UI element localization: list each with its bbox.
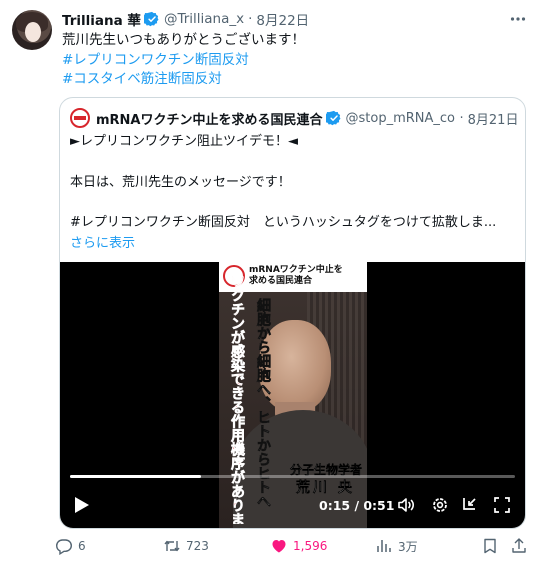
verified-badge-icon — [143, 11, 159, 27]
views-icon — [377, 540, 391, 552]
tweet-text-line: 荒川先生いつもありがとうございます！ — [62, 32, 305, 48]
tweet-actions: 6 723 1,596 3万 — [55, 534, 535, 558]
separator-dot: · — [248, 11, 253, 27]
hashtag-link[interactable]: #レプリコンワクチン断固反対 — [62, 51, 522, 71]
show-more-link[interactable]: さらに表示 — [70, 234, 515, 255]
share-icon — [512, 538, 526, 553]
verified-badge-icon — [325, 110, 340, 126]
volume-icon[interactable] — [396, 495, 416, 515]
quoted-tweet-text: ►レプリコンワクチン阻止ツイデモ！◄ 本日は、荒川先生のメッセージです！ #レプ… — [70, 132, 515, 254]
reply-count: 6 — [78, 539, 86, 553]
video-time: 0:15 / 0:51 — [319, 498, 395, 513]
reply-icon — [55, 539, 73, 555]
minimize-icon[interactable] — [460, 495, 480, 515]
views-button[interactable]: 3万 — [375, 537, 418, 555]
quoted-tweet[interactable]: mRNAワクチン中止を求める国民連合 @stop_mRNA_cor · 8月21… — [59, 97, 526, 529]
video-progress-fill — [70, 475, 201, 478]
play-icon[interactable] — [70, 494, 92, 516]
views-count: 3万 — [398, 539, 418, 554]
heart-icon — [272, 540, 286, 553]
quoted-author-handle[interactable]: @stop_mRNA_cor — [346, 111, 456, 126]
tweet-header: Trilliana 華 @Trilliana_x · 8月22日 — [62, 9, 309, 29]
quoted-author-name[interactable]: mRNAワクチン中止を求める国民連合 — [96, 109, 323, 128]
quoted-text-line: 本日は、荒川先生のメッセージです！ — [70, 174, 291, 190]
retweet-button[interactable]: 723 — [163, 537, 209, 555]
author-name[interactable]: Trilliana 華 — [62, 9, 141, 29]
avatar[interactable] — [12, 10, 52, 50]
tweet[interactable]: Trilliana 華 @Trilliana_x · 8月22日 荒川先生いつも… — [0, 0, 540, 563]
banner-title: mRNAワクチン中止を — [249, 265, 343, 275]
more-button[interactable] — [508, 9, 528, 29]
quoted-text-line: #レプリコンワクチン断固反対 というハッシュタグをつけて拡散しま... — [70, 215, 497, 230]
video-controls: 0:15 / 0:51 — [60, 490, 525, 520]
more-icon — [510, 17, 526, 21]
quoted-text-line: ►レプリコンワクチン阻止ツイデモ！◄ — [70, 134, 298, 149]
bookmark-button[interactable] — [481, 537, 504, 555]
separator-dot: · — [459, 110, 464, 126]
settings-icon[interactable] — [430, 495, 450, 515]
retweet-icon — [164, 540, 180, 552]
video-player[interactable]: mRNAワクチン中止を 求める国民連合 ワクチンが感染できる作用機序があります … — [60, 262, 525, 528]
author-handle[interactable]: @Trilliana_x — [164, 11, 244, 27]
retweet-count: 723 — [186, 539, 209, 553]
like-count: 1,596 — [293, 539, 328, 553]
tweet-date[interactable]: 8月22日 — [256, 9, 309, 29]
fullscreen-icon[interactable] — [492, 495, 512, 515]
quoted-tweet-date[interactable]: 8月21日 — [468, 109, 519, 128]
reply-button[interactable]: 6 — [55, 537, 86, 555]
hashtag-link[interactable]: #コスタイベ筋注断固反対 — [62, 70, 522, 90]
tweet-text: 荒川先生いつもありがとうございます！ #レプリコンワクチン断固反対 #コスタイベ… — [62, 31, 522, 90]
quoted-avatar[interactable] — [70, 108, 90, 128]
share-button[interactable] — [510, 537, 533, 555]
quoted-tweet-header: mRNAワクチン中止を求める国民連合 @stop_mRNA_cor · 8月21… — [70, 108, 520, 128]
bookmark-icon — [484, 538, 496, 554]
video-progress-bar[interactable] — [70, 475, 515, 478]
banner-subtitle: 求める国民連合 — [249, 276, 313, 286]
like-button[interactable]: 1,596 — [270, 537, 327, 555]
red-caption: ワクチンが感染できる作用機序があります — [229, 274, 246, 524]
